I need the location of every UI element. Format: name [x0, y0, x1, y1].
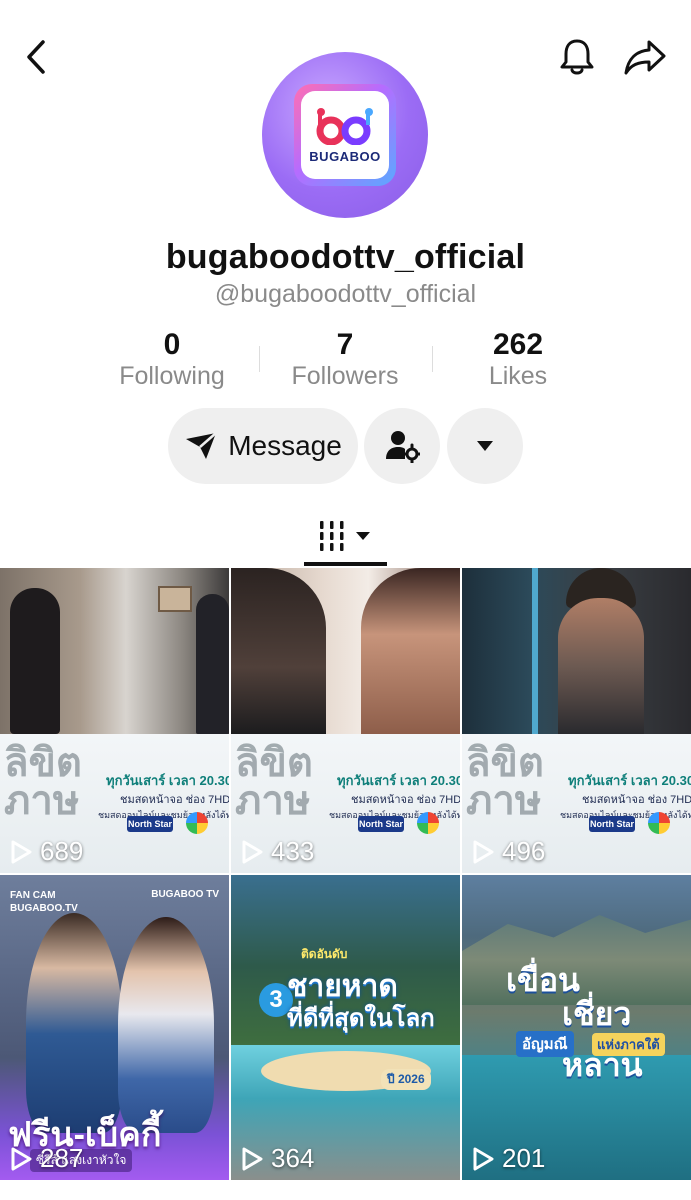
- stat-label: Likes: [488, 362, 548, 390]
- stat-divider: [432, 346, 433, 372]
- view-count: 287: [10, 1143, 83, 1174]
- view-count-value: 496: [502, 836, 546, 866]
- stat-label: Following: [119, 362, 225, 390]
- stat-likes[interactable]: 262 Likes: [438, 328, 598, 391]
- send-icon: [186, 432, 218, 459]
- view-count-value: 689: [40, 836, 84, 866]
- video-scene: [0, 568, 229, 734]
- bell-icon: [560, 39, 594, 75]
- stat-followers[interactable]: 7 Followers: [265, 328, 425, 391]
- notifications-button[interactable]: [556, 36, 598, 78]
- northstar-badge: North Star: [358, 816, 404, 832]
- video-thumbnail[interactable]: ลิขิตภาษ ทุกวันเสาร์ เวลา 20.30 น. ชมสดห…: [462, 568, 691, 873]
- banner-schedule: ทุกวันเสาร์ เวลา 20.30 น.: [337, 773, 460, 788]
- beach-title-line2: ที่ดีที่สุดในโลก: [287, 1005, 435, 1032]
- person-silhouette: [231, 568, 326, 734]
- view-count: 201: [472, 1143, 545, 1174]
- view-count: 433: [241, 836, 314, 867]
- stat-value: 7: [336, 328, 354, 361]
- banner-schedule: ทุกวันเสาร์ เวลา 20.30 น.: [106, 773, 229, 788]
- view-count: 496: [472, 836, 545, 867]
- channel7-logo: [417, 812, 439, 834]
- play-icon: [242, 1147, 263, 1170]
- view-count-value: 433: [271, 836, 315, 866]
- banner-schedule: ทุกวันเสาร์ เวลา 20.30 น.: [568, 773, 691, 788]
- banner-channel: ชมสดหน้าจอ ช่อง 7HD กด 35: [120, 794, 229, 806]
- stat-label: Followers: [291, 362, 399, 390]
- year-badge: ปี 2026: [381, 1069, 431, 1090]
- bugaboo-logo-mark: [316, 107, 373, 145]
- video-thumbnail[interactable]: ลิขิตภาษ ทุกวันเสาร์ เวลา 20.30 น. ชมสดห…: [231, 568, 460, 873]
- play-icon: [473, 1147, 494, 1170]
- wall-frame: [158, 586, 192, 612]
- tab-videos[interactable]: [304, 510, 387, 562]
- logo-wordmark: BUGABOO: [309, 148, 381, 164]
- dam-tag-south: แห่งภาคใต้: [592, 1033, 665, 1056]
- stat-following[interactable]: 0 Following: [92, 328, 252, 391]
- video-scene: [462, 568, 691, 734]
- beach-title: ชายหาด ที่ดีที่สุดในโลก: [287, 971, 457, 1035]
- drama-title-art: ลิขิต ภาษ: [466, 739, 544, 824]
- stat-value: 0: [163, 328, 181, 361]
- video-scene: [231, 568, 460, 734]
- share-icon: [624, 40, 666, 75]
- back-arrow-icon: [27, 40, 45, 74]
- channel7-logo: [648, 812, 670, 834]
- channel7-logo: [186, 812, 208, 834]
- video-thumbnail[interactable]: FAN CAM BUGABOO.TV BUGABOO TV ฟรีน-เบ็คก…: [0, 875, 229, 1180]
- person-settings-icon: [386, 431, 420, 463]
- view-count: 689: [10, 836, 83, 867]
- drama-title-art: ลิขิต ภาษ: [4, 739, 82, 824]
- bugaboo-logo: BUGABOO: [294, 84, 396, 186]
- stat-divider: [259, 346, 260, 372]
- light-strip: [532, 568, 538, 734]
- content-tabs: [0, 510, 691, 568]
- bugaboo-tv-brand: BUGABOO TV: [151, 889, 219, 900]
- ranking-label: ติดอันดับ: [301, 947, 348, 961]
- add-friend-button[interactable]: [364, 408, 440, 484]
- video-thumbnail[interactable]: เขื่อน เชี่ยวหลาน อัญมณี แห่งภาคใต้ 201: [462, 875, 691, 1180]
- profile-handle: @bugaboodottv_official: [214, 280, 477, 308]
- view-count-value: 201: [502, 1143, 546, 1173]
- fancam-label: FAN CAM BUGABOO.TV: [10, 890, 78, 914]
- person-silhouette: [10, 588, 60, 734]
- banner-channel: ชมสดหน้าจอ ช่อง 7HD กด 35: [351, 794, 460, 806]
- drama-title-art: ลิขิต ภาษ: [235, 739, 313, 824]
- view-count-value: 287: [40, 1143, 84, 1173]
- person-silhouette: [196, 594, 229, 734]
- northstar-badge: North Star: [589, 816, 635, 832]
- share-button[interactable]: [622, 36, 668, 78]
- display-name: bugaboodottv_official: [165, 238, 526, 276]
- active-tab-indicator: [304, 562, 387, 566]
- person-silhouette: [558, 598, 644, 734]
- profile-actions: Message: [0, 408, 691, 484]
- stat-value: 262: [492, 328, 544, 361]
- video-thumbnail[interactable]: ลิขิตภาษ ทุกวันเสาร์ เวลา 20.30 น. ชมสดห…: [0, 568, 229, 873]
- view-count: 364: [241, 1143, 314, 1174]
- play-icon: [11, 1147, 32, 1170]
- back-button[interactable]: [18, 36, 54, 78]
- dam-tag-gem: อัญมณี: [516, 1031, 574, 1057]
- northstar-badge: North Star: [127, 816, 173, 832]
- more-options-button[interactable]: [447, 408, 523, 484]
- beach-title-line1: ชายหาด: [287, 970, 398, 1003]
- person-silhouette: [118, 917, 214, 1133]
- banner-channel: ชมสดหน้าจอ ช่อง 7HD กด 35: [582, 794, 691, 806]
- play-icon: [242, 840, 263, 863]
- view-count-value: 364: [271, 1143, 315, 1173]
- person-silhouette: [361, 568, 460, 734]
- profile-avatar[interactable]: BUGABOO: [262, 52, 428, 218]
- profile-stats: 0 Following 7 Followers 262 Likes: [0, 328, 691, 392]
- message-label: Message: [228, 430, 342, 461]
- video-thumbnail[interactable]: ติดอันดับ 3 ชายหาด ที่ดีที่สุดในโลก ปี 2…: [231, 875, 460, 1180]
- message-button[interactable]: Message: [168, 408, 358, 484]
- play-icon: [11, 840, 32, 863]
- caret-down-icon: [477, 441, 493, 451]
- grid-icon: [319, 521, 370, 551]
- play-icon: [473, 840, 494, 863]
- person-silhouette: [26, 913, 122, 1133]
